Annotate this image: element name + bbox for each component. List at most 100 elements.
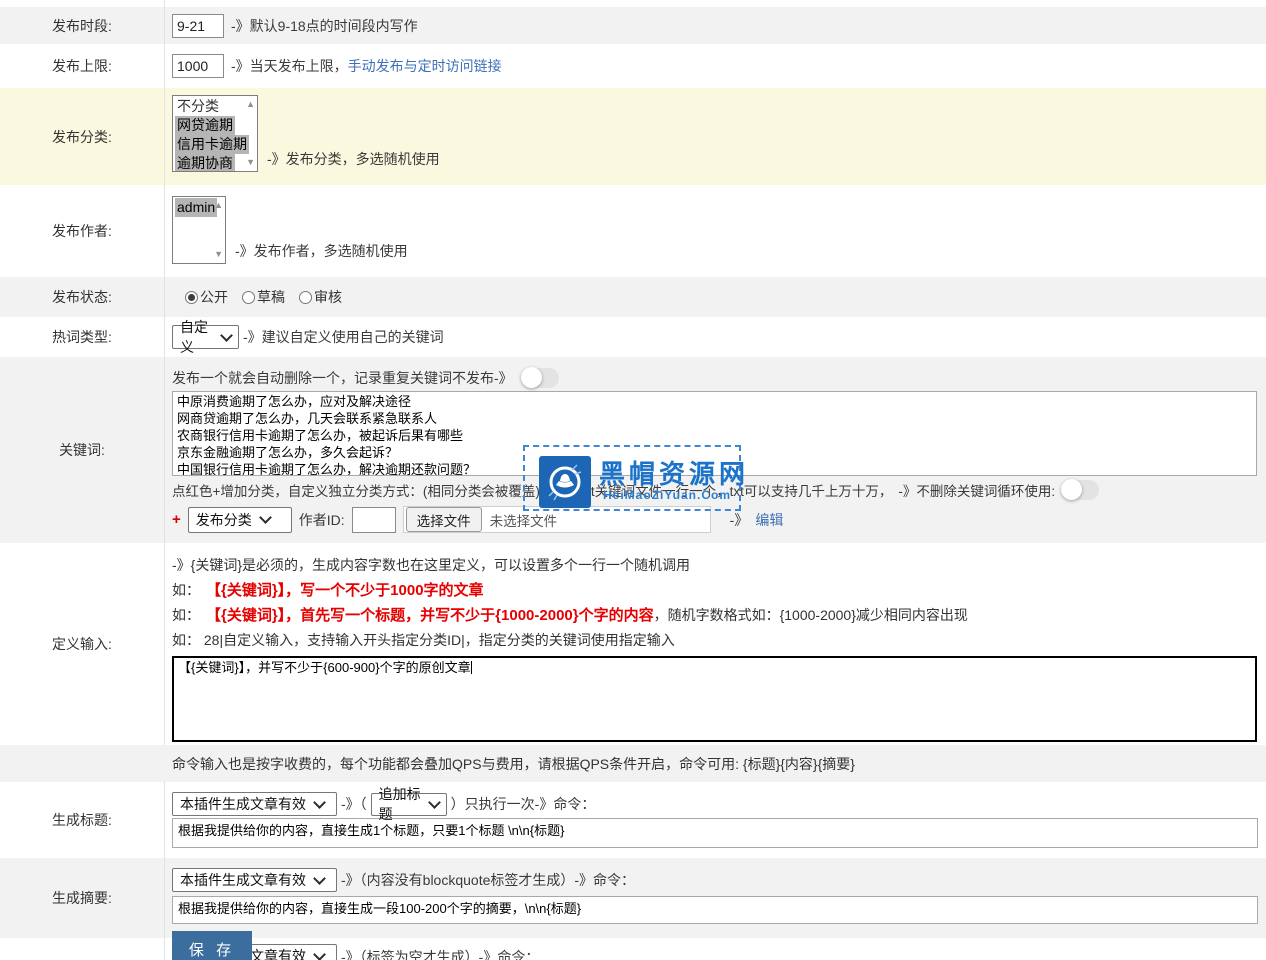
author-option-selected[interactable]: admin [175,198,217,217]
toggle-knob [521,367,542,388]
publish-category-listbox[interactable]: 不分类 网贷逾期 信用卡逾期 逾期协商 ▲ ▼ [172,95,258,172]
choose-file-button[interactable]: 选择文件 [406,507,482,532]
bottom-hint: -》（标签为空才生成）-》命令： [341,947,539,960]
hotword-type-label: 热词类型: [0,317,165,357]
category-option-selected[interactable]: 网贷逾期 [175,116,235,135]
keywords-label: 关键词: [0,357,165,543]
gen-summary-label: 生成摘要: [0,858,165,938]
gen-summary-hint: -》（内容没有blockquote标签才生成）-》命令： [341,870,635,890]
publish-time-hint: -》默认9-18点的时间段内写作 [231,16,418,36]
chevron-down-icon [313,796,326,809]
gen-title-command-textarea[interactable]: 根据我提供给你的内容，直接生成1个标题，只要1个标题 \n\n{标题} [172,818,1258,848]
row-gen-title: 生成标题: 本插件生成文章有效 -》（ 追加标题 ）只执行一次-》命令： 根据我… [0,782,1266,858]
bottom-label-cell [0,938,165,960]
gen-summary-mode-value: 本插件生成文章有效 [180,870,306,890]
radio-unchecked-icon [242,291,255,304]
edit-arrow: -》 [730,510,749,530]
category-option[interactable]: 不分类 [175,97,221,116]
example-prefix: 如： [172,607,200,623]
row-command-note: 命令输入也是按字收费的，每个功能都会叠加QPS与费用，请根据QPS条件开启，命令… [0,745,1266,782]
publish-category-hint: -》发布分类，多选随机使用 [267,149,440,172]
loop-keyword-toggle[interactable] [1061,480,1099,500]
text-cursor [471,661,472,674]
plugin-settings-page: 发布时段: -》默认9-18点的时间段内写作 发布上限: -》当天发布上限，手动… [0,0,1266,960]
scroll-up-arrow-icon[interactable]: ▲ [214,201,223,210]
toggle-knob [1061,479,1082,500]
publish-time-label: 发布时段: [0,7,165,44]
command-note-text: 命令输入也是按字收费的，每个功能都会叠加QPS与费用，请根据QPS条件开启，命令… [0,754,855,774]
define-input-hint-1: -》{关键词}是必须的，生成内容字数也在这里定义，可以设置多个一行一个随机调用 [172,553,1266,578]
publish-status-label: 发布状态: [0,277,165,317]
gen-title-append-select[interactable]: 追加标题 [371,793,447,816]
row-keywords: 关键词: 发布一个就会自动删除一个，记录重复关键词不发布-》 中原消费逾期了怎么… [0,357,1266,543]
publish-author-hint: -》发布作者，多选随机使用 [235,241,408,264]
chevron-down-icon [313,872,326,885]
chevron-down-icon [220,329,233,342]
file-input[interactable]: 选择文件 未选择文件 [403,506,711,533]
row-publish-time: 发布时段: -》默认9-18点的时间段内写作 [0,7,1266,44]
row-gen-summary: 生成摘要: 本插件生成文章有效 -》（内容没有blockquote标签才生成）-… [0,858,1266,938]
gen-title-mode-value: 本插件生成文章有效 [180,794,306,814]
scroll-down-arrow-icon[interactable]: ▼ [214,250,223,259]
radio-review[interactable]: 审核 [299,287,342,307]
define-input-textarea[interactable]: 【{关键词}】，并写不少于{600-900}个字的原创文章 [172,656,1257,742]
author-id-input[interactable] [352,507,396,533]
gen-title-label: 生成标题: [0,782,165,858]
gen-title-mode-select[interactable]: 本插件生成文章有效 [172,792,337,816]
define-input-text: 【{关键词}】，并写不少于{600-900}个字的原创文章 [178,660,471,675]
publish-limit-input[interactable] [172,54,224,78]
chevron-down-icon [428,796,441,809]
keywords-textarea[interactable]: 中原消费逾期了怎么办，应对及解决途径 网商贷逾期了怎么办，几天会联系紧急联系人 … [172,391,1257,476]
keywords-loop-toggle-label: -》不删除关键词循环使用: [898,480,1055,500]
radio-draft-label: 草稿 [257,287,285,307]
keywords-upload-hint: 点红色+增加分类，自定义独立分类方式：(相同分类会被覆盖)，上传txt关键词文件… [172,480,892,500]
hotword-type-hint: -》建议自定义使用自己的关键词 [243,327,444,347]
example-red-1: 【{关键词}】，写一个不少于1000字的文章 [206,582,484,599]
category-option-selected[interactable]: 信用卡逾期 [175,135,249,154]
gen-title-mid2: ）只执行一次-》命令： [451,794,596,814]
row-top-sliver [0,0,1266,7]
scroll-down-arrow-icon[interactable]: ▼ [246,158,255,167]
upload-category-value: 发布分类 [196,510,252,530]
publish-time-input[interactable] [172,14,224,38]
radio-checked-icon [185,291,198,304]
row-publish-status: 发布状态: 公开 草稿 审核 [0,277,1266,317]
scroll-up-arrow-icon[interactable]: ▲ [246,100,255,109]
file-status-text: 未选择文件 [490,510,558,530]
row-publish-limit: 发布上限: -》当天发布上限，手动发布与定时访问链接 [0,44,1266,88]
publish-category-label: 发布分类: [0,88,165,185]
top-sliver-label-cell [0,0,165,7]
radio-public-label: 公开 [200,287,228,307]
add-category-plus-button[interactable]: + [172,511,181,528]
gen-summary-mode-select[interactable]: 本插件生成文章有效 [172,868,337,892]
save-button[interactable]: 保 存 [172,931,252,960]
publish-status-radio-group: 公开 草稿 审核 [185,287,342,307]
manual-publish-link[interactable]: 手动发布与定时访问链接 [348,58,502,74]
edit-link[interactable]: 编辑 [755,510,783,530]
radio-draft[interactable]: 草稿 [242,287,285,307]
publish-author-listbox[interactable]: admin ▲ ▼ [172,196,226,264]
delete-keyword-toggle[interactable] [521,368,559,388]
category-option-selected[interactable]: 逾期协商 [175,154,235,172]
radio-unchecked-icon [299,291,312,304]
define-input-label: 定义输入: [0,543,165,745]
row-publish-author: 发布作者: admin ▲ ▼ -》发布作者，多选随机使用 [0,185,1266,277]
hotword-type-select[interactable]: 自定义 [172,325,239,349]
radio-public[interactable]: 公开 [185,287,228,307]
row-hotword-type: 热词类型: 自定义 -》建议自定义使用自己的关键词 [0,317,1266,357]
define-input-hint-4: 如： 28|自定义输入，支持输入开头指定分类ID|，指定分类的关键词使用指定输入 [172,628,1266,653]
example-rest: ，随机字数格式如：{1000-2000}减少相同内容出现 [654,607,968,623]
keywords-delete-toggle-label: 发布一个就会自动删除一个，记录重复关键词不发布-》 [172,368,513,388]
hotword-type-value: 自定义 [180,317,213,357]
gen-summary-command-textarea[interactable]: 根据我提供给你的内容，直接生成一段100-200个字的摘要，\n\n{标题} [172,896,1258,924]
publish-author-label: 发布作者: [0,185,165,277]
upload-category-select[interactable]: 发布分类 [188,507,292,533]
example-prefix: 如： [172,582,200,598]
publish-limit-hint: -》当天发布上限， [231,58,348,74]
chevron-down-icon [313,948,326,960]
author-id-label: 作者ID: [299,510,345,530]
example-red-2: 【{关键词}】，首先写一个标题，并写不少于{1000-2000}个字的内容 [206,607,654,624]
row-define-input: 定义输入: -》{关键词}是必须的，生成内容字数也在这里定义，可以设置多个一行一… [0,543,1266,745]
radio-review-label: 审核 [314,287,342,307]
gen-title-mid1: -》（ [341,794,367,814]
